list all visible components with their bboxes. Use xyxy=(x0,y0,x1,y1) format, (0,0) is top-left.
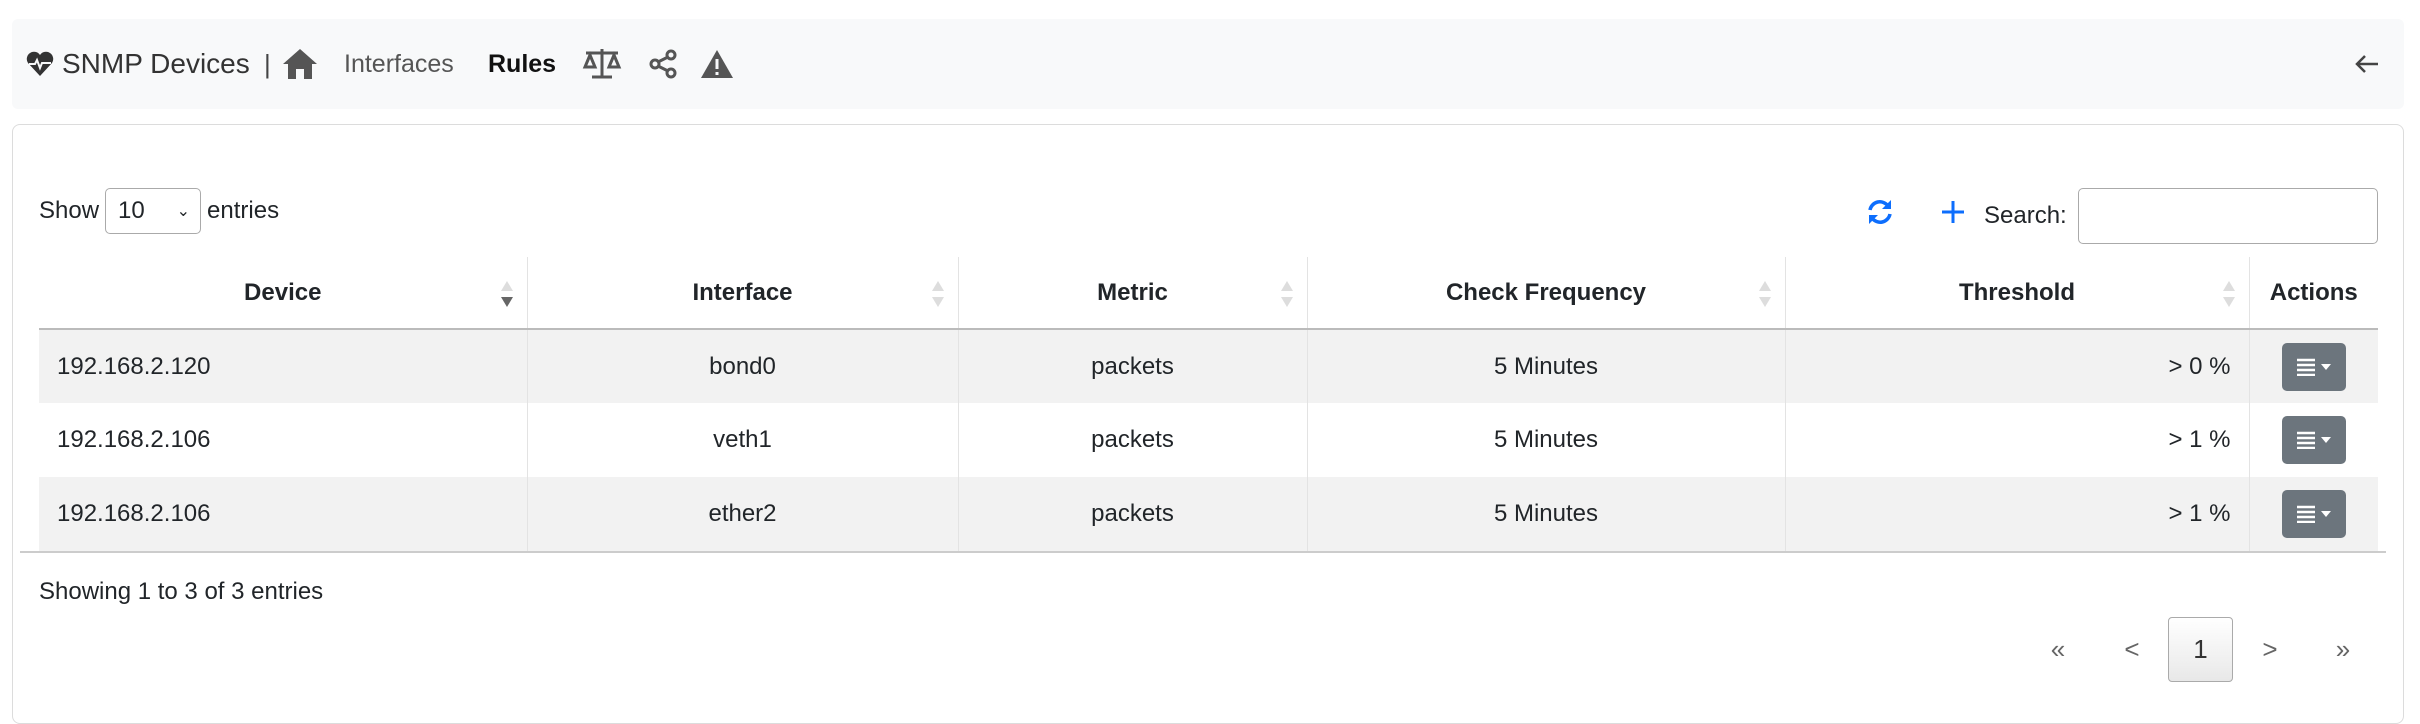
table-row: 192.168.2.106 veth1 packets 5 Minutes > … xyxy=(39,403,2378,477)
search-label: Search: xyxy=(1984,202,2067,229)
cell-device: 192.168.2.106 xyxy=(57,426,211,453)
warning-icon xyxy=(701,50,733,78)
balance-link[interactable] xyxy=(582,19,622,109)
sort-icon xyxy=(1280,281,1293,307)
cell-device: 192.168.2.106 xyxy=(39,477,527,551)
pagination-previous[interactable]: < xyxy=(2114,617,2150,682)
refresh-button[interactable] xyxy=(1866,198,1894,233)
sort-desc-icon xyxy=(500,281,513,307)
row-actions-button[interactable] xyxy=(2281,416,2346,464)
caret-down-icon xyxy=(2320,363,2331,370)
sort-icon xyxy=(2222,281,2235,307)
cell-device: 192.168.2.120 xyxy=(39,329,527,403)
cell-actions xyxy=(2248,477,2378,551)
back-arrow-icon xyxy=(2355,55,2378,73)
sort-icon xyxy=(1758,281,1771,307)
search-control: Search: xyxy=(1984,188,2067,244)
table-bottom-divider xyxy=(20,551,2386,553)
share-icon xyxy=(649,49,677,79)
nav-rules-link[interactable]: Rules xyxy=(488,19,556,109)
balance-scale-icon xyxy=(582,49,622,79)
plus-icon xyxy=(1942,201,1964,223)
caret-down-icon xyxy=(2320,437,2331,443)
table-info: Showing 1 to 3 of 3 entries xyxy=(39,578,324,605)
add-rule-button[interactable] xyxy=(1940,199,1966,232)
heartbeat-icon xyxy=(26,51,54,76)
cell-actions xyxy=(2248,329,2378,403)
cell-frequency: 5 Minutes xyxy=(1306,329,1785,403)
column-header-interface[interactable]: Interface xyxy=(526,257,958,330)
show-label: Show xyxy=(39,197,100,224)
table-header-row: Device Interface Metric Check Frequency … xyxy=(39,257,2378,330)
list-icon xyxy=(2296,358,2315,376)
home-link[interactable] xyxy=(282,19,318,109)
caret-down-icon xyxy=(2320,511,2331,517)
pagination-next[interactable]: > xyxy=(2252,617,2288,682)
column-header-check-frequency[interactable]: Check Frequency xyxy=(1306,257,1785,330)
refresh-icon xyxy=(1868,200,1892,224)
nav-title: SNMP Devices xyxy=(62,48,250,79)
cell-interface: veth1 xyxy=(526,403,958,477)
cell-metric: packets xyxy=(957,403,1307,477)
alerts-link[interactable] xyxy=(700,19,734,109)
column-header-device[interactable]: Device xyxy=(39,257,527,330)
share-link[interactable] xyxy=(648,19,678,109)
nav-interfaces-link[interactable]: Interfaces xyxy=(344,19,454,109)
table-row: 192.168.2.120 bond0 packets 5 Minutes > … xyxy=(39,329,2378,403)
column-header-actions: Actions xyxy=(2248,257,2378,330)
cell-metric: packets xyxy=(957,477,1307,551)
page-length-control: Show 10 ⌄ entries xyxy=(39,188,279,234)
cell-frequency: 5 Minutes xyxy=(1306,403,1785,477)
pagination-page-1[interactable]: 1 xyxy=(2168,617,2233,682)
nav-separator: | xyxy=(264,48,271,79)
cell-threshold: > 1 % xyxy=(1784,477,2249,551)
cell-threshold: > 1 % xyxy=(1784,403,2249,477)
list-icon xyxy=(2296,431,2315,449)
column-header-threshold[interactable]: Threshold xyxy=(1784,257,2249,330)
page-size-value: 10 xyxy=(118,197,145,224)
pagination-first[interactable]: « xyxy=(2040,617,2076,682)
pagination-last[interactable]: » xyxy=(2325,617,2361,682)
cell-interface: ether2 xyxy=(526,477,958,551)
cell-metric: packets xyxy=(957,329,1307,403)
cell-actions xyxy=(2248,403,2378,477)
entries-label: entries xyxy=(207,197,280,224)
sort-icon xyxy=(931,281,944,307)
cell-threshold: > 0 % xyxy=(1784,329,2249,403)
chevron-down-icon: ⌄ xyxy=(176,203,191,220)
row-actions-button[interactable] xyxy=(2281,490,2346,538)
table-row: 192.168.2.106 ether2 packets 5 Minutes >… xyxy=(39,477,2378,551)
back-button[interactable] xyxy=(2354,19,2380,109)
home-icon xyxy=(283,49,317,79)
column-header-metric[interactable]: Metric xyxy=(957,257,1307,330)
cell-interface: bond0 xyxy=(526,329,958,403)
rules-table: Device Interface Metric Check Frequency … xyxy=(39,257,2378,551)
row-actions-button[interactable] xyxy=(2281,342,2346,391)
cell-frequency: 5 Minutes xyxy=(1306,477,1785,551)
page-size-select[interactable]: 10 ⌄ xyxy=(105,188,202,234)
list-icon xyxy=(2296,505,2315,523)
top-nav-bar: SNMP Devices | Interfaces Rules xyxy=(12,19,2404,109)
nav-brand[interactable]: SNMP Devices xyxy=(26,19,250,109)
search-input[interactable] xyxy=(2078,188,2378,244)
